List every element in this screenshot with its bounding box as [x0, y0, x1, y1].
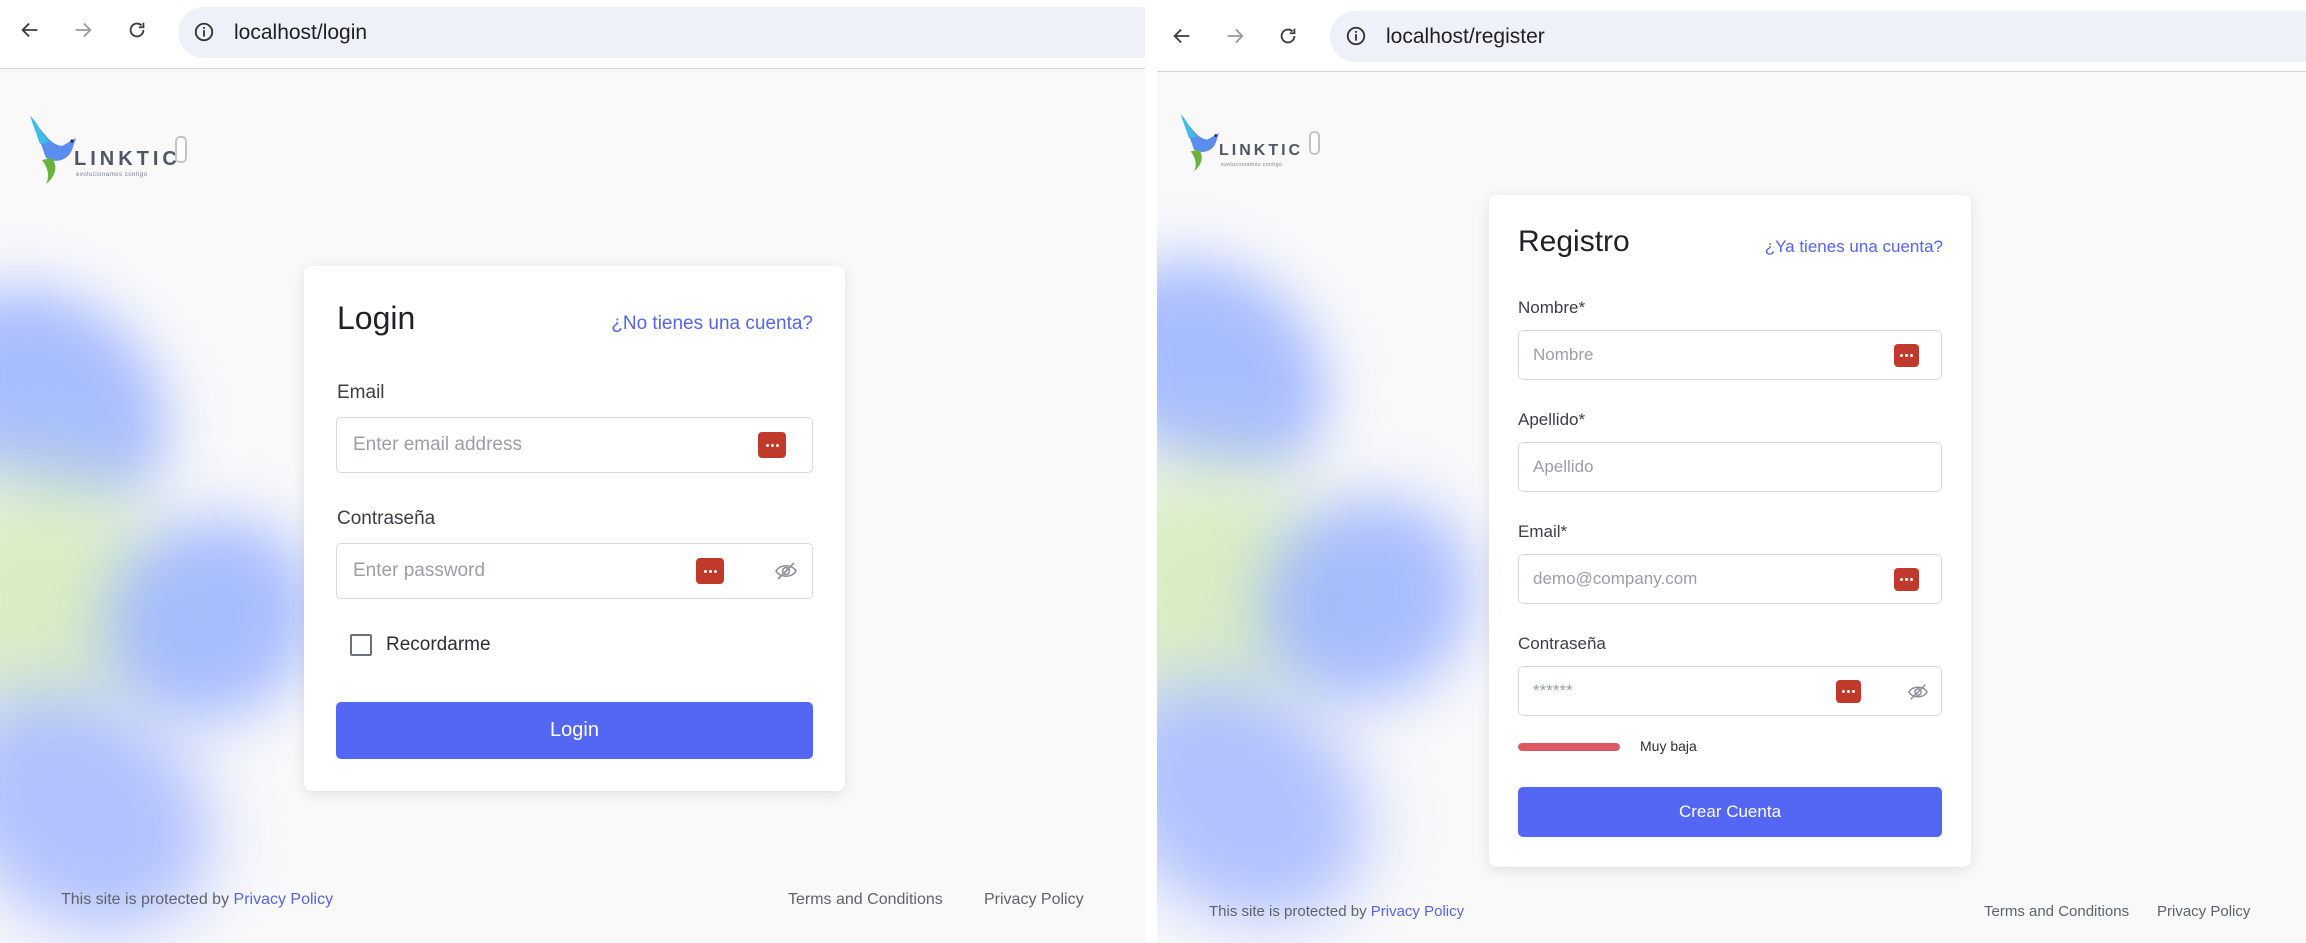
password-manager-icon[interactable] — [758, 432, 786, 458]
brand-tagline: evolucionamos contigo — [1221, 162, 1283, 168]
background-decoration — [1157, 213, 1373, 527]
remember-checkbox[interactable] — [350, 634, 372, 656]
register-link[interactable]: ¿No tienes una cuenta? — [611, 313, 813, 335]
create-account-button[interactable]: Crear Cuenta — [1518, 787, 1942, 837]
background-decoration — [1157, 460, 1337, 720]
reload-icon[interactable] — [124, 17, 150, 43]
password-field[interactable] — [1518, 666, 1942, 716]
password-input[interactable] — [337, 544, 812, 598]
browser-toolbar: localhost/login — [0, 0, 1145, 69]
password-manager-icon[interactable] — [1836, 680, 1861, 703]
password-manager-icon[interactable] — [1894, 568, 1919, 591]
protection-notice: This site is protected by Privacy Policy — [1209, 903, 1464, 920]
login-button[interactable]: Login — [336, 702, 813, 759]
background-decoration — [0, 239, 214, 561]
privacy-policy-footer-link[interactable]: Privacy Policy — [2157, 903, 2250, 920]
brand-name: LINKTIC — [74, 148, 181, 170]
brand-logo: LINKTIC evolucionamos contigo — [1179, 112, 1319, 172]
email-input[interactable] — [337, 418, 812, 472]
name-input[interactable] — [1519, 331, 1941, 379]
lastname-field[interactable] — [1518, 442, 1942, 492]
password-input[interactable] — [1519, 667, 1941, 715]
privacy-policy-link[interactable]: Privacy Policy — [234, 891, 334, 908]
password-manager-icon[interactable] — [1894, 344, 1919, 367]
login-window: localhost/login LINKTIC evolucionamos co… — [0, 0, 1145, 943]
arrow-right-icon[interactable] — [70, 17, 96, 43]
login-link[interactable]: ¿Ya tienes una cuenta? — [1765, 237, 1943, 257]
name-field[interactable] — [1518, 330, 1942, 380]
password-label: Contraseña — [1518, 634, 1606, 653]
window-divider — [1145, 0, 1157, 943]
terms-link[interactable]: Terms and Conditions — [788, 891, 943, 909]
arrow-left-icon[interactable] — [17, 17, 43, 43]
background-decoration — [0, 470, 170, 730]
eye-off-icon[interactable] — [1907, 682, 1929, 707]
protection-text: This site is protected by — [61, 891, 230, 908]
email-label: Email — [337, 382, 385, 403]
brand-logo: LINKTIC evolucionamos contigo — [28, 114, 188, 184]
privacy-policy-footer-link[interactable]: Privacy Policy — [984, 891, 1084, 909]
password-strength-label: Muy baja — [1640, 738, 1697, 754]
reload-icon[interactable] — [1275, 23, 1301, 49]
toggle-handle[interactable] — [1309, 131, 1320, 155]
card-title: Login — [337, 300, 416, 336]
address-bar[interactable]: localhost/login — [178, 7, 1145, 58]
privacy-policy-link[interactable]: Privacy Policy — [1371, 903, 1464, 920]
url-text[interactable]: localhost/login — [234, 21, 367, 45]
email-field[interactable] — [1518, 554, 1942, 604]
lastname-input[interactable] — [1519, 443, 1941, 491]
browser-toolbar: localhost/register — [1157, 0, 2306, 72]
password-field[interactable] — [336, 543, 813, 599]
card-title: Registro — [1518, 225, 1630, 258]
email-label: Email* — [1518, 522, 1568, 541]
password-manager-icon[interactable] — [696, 558, 724, 584]
info-icon[interactable] — [193, 21, 215, 43]
arrow-left-icon[interactable] — [1169, 23, 1195, 49]
name-label: Nombre* — [1518, 298, 1586, 317]
brand-name: LINKTIC — [1219, 142, 1304, 159]
password-strength-bar — [1518, 743, 1620, 751]
toggle-handle[interactable] — [175, 136, 187, 163]
remember-label: Recordarme — [386, 634, 491, 655]
register-window: localhost/register LINKTIC evolucionamos… — [1157, 0, 2306, 943]
arrow-right-icon[interactable] — [1222, 23, 1248, 49]
url-text[interactable]: localhost/register — [1386, 25, 1545, 49]
brand-tagline: evolucionamos contigo — [76, 172, 148, 178]
background-decoration — [1219, 454, 1515, 746]
register-card: Registro ¿Ya tienes una cuenta? Nombre* … — [1489, 195, 1971, 867]
protection-notice: This site is protected by Privacy Policy — [61, 891, 333, 909]
info-icon[interactable] — [1345, 25, 1367, 47]
terms-link[interactable]: Terms and Conditions — [1984, 903, 2129, 920]
email-input[interactable] — [1519, 555, 1941, 603]
lastname-label: Apellido* — [1518, 410, 1586, 429]
password-label: Contraseña — [337, 508, 436, 529]
password-strength-fill — [1518, 743, 1620, 751]
background-decoration — [1157, 629, 1415, 943]
login-card: Login ¿No tienes una cuenta? Email Contr… — [304, 266, 845, 791]
eye-off-icon[interactable] — [774, 560, 798, 587]
address-bar[interactable]: localhost/register — [1330, 11, 2306, 62]
email-field[interactable] — [336, 417, 813, 473]
protection-text: This site is protected by — [1209, 903, 1367, 920]
